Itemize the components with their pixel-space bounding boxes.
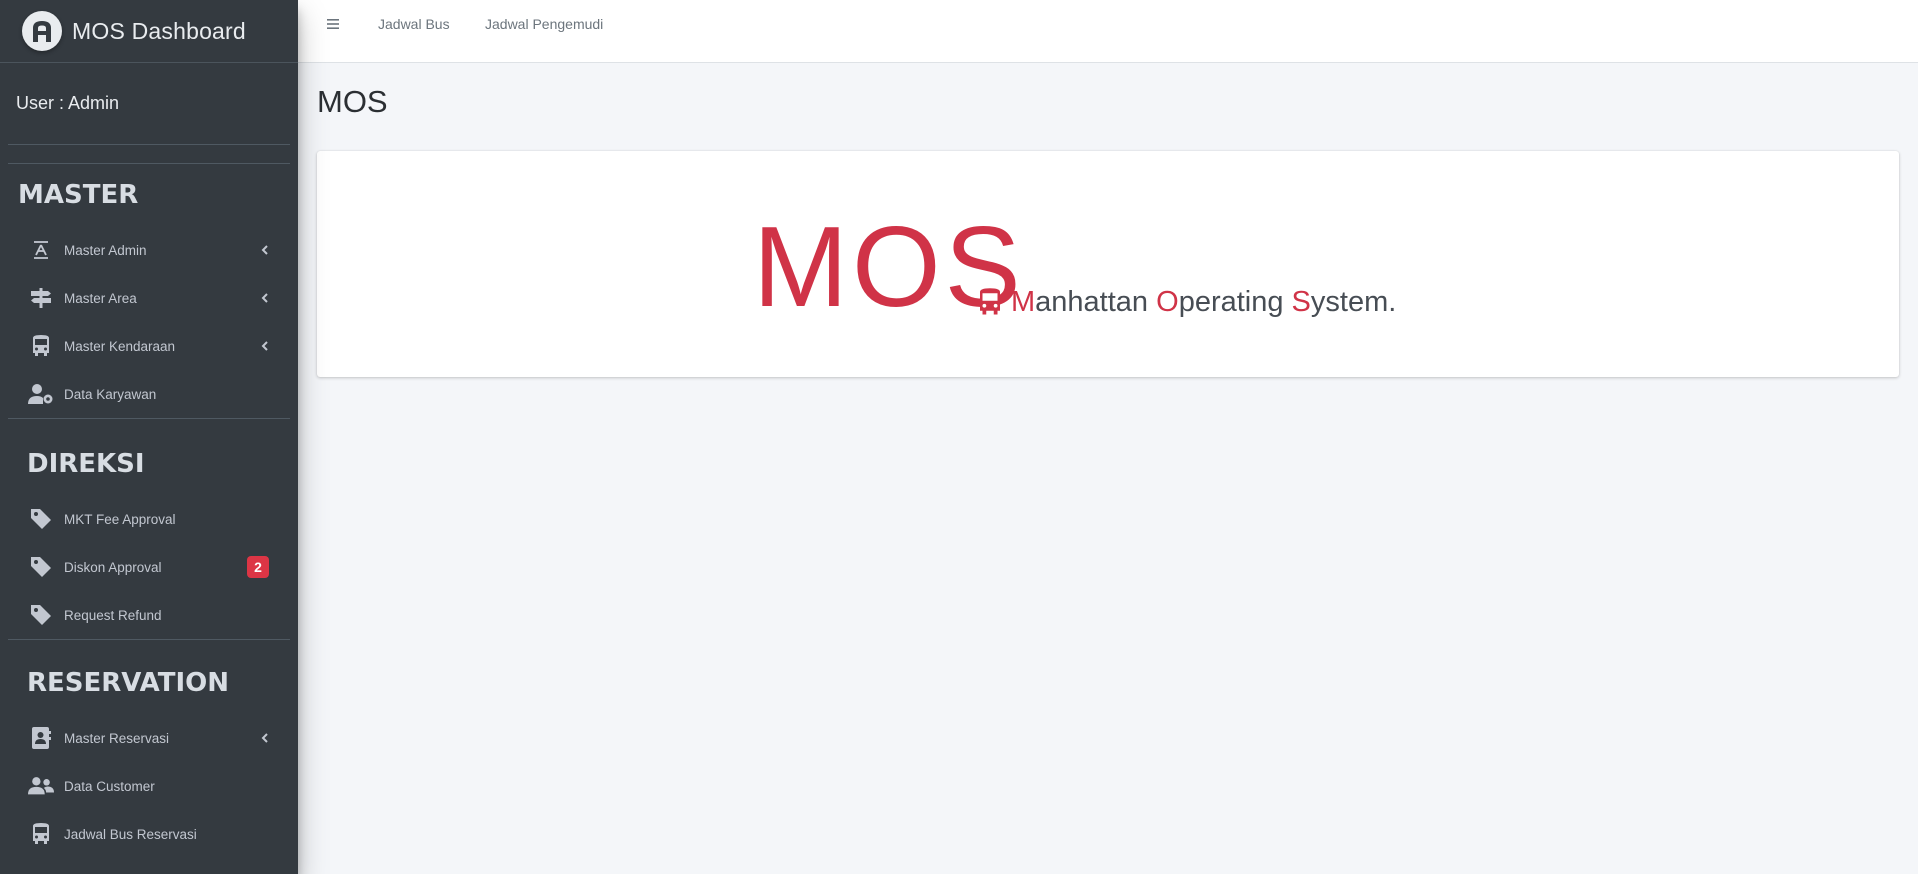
sidebar-item-label: Master Kendaraan	[64, 338, 176, 354]
user-panel[interactable]: User : Admin	[8, 63, 290, 145]
nav-link-jadwal-pengemudi[interactable]: Jadwal Pengemudi	[485, 16, 603, 32]
sidebar-item-label: Master Admin	[64, 242, 147, 258]
chevron-left-icon	[260, 341, 270, 351]
user-label: User : Admin	[16, 93, 120, 113]
sidebar-item-label: Data Karyawan	[64, 386, 157, 402]
sidebar-item-mkt-fee-approval[interactable]: MKT Fee Approval	[0, 495, 298, 543]
user-cog-icon	[28, 381, 54, 407]
address-book-icon	[28, 725, 54, 751]
sidebar-item-data-customer[interactable]: Data Customer	[0, 762, 298, 810]
sidebar-item-data-karyawan[interactable]: Data Karyawan	[0, 370, 298, 418]
page-title: MOS	[317, 84, 388, 119]
sidebar-item-label: Master Area	[64, 290, 137, 306]
sidebar-item-master-reservasi[interactable]: Master Reservasi	[0, 714, 298, 762]
tagline-initial-s: S	[1291, 286, 1311, 318]
nav-link-jadwal-bus[interactable]: Jadwal Bus	[378, 16, 450, 32]
tag-icon	[28, 554, 54, 580]
sidebar-item-master-area[interactable]: Master Area	[0, 274, 298, 322]
tag-icon	[28, 602, 54, 628]
sidebar-item-label: Diskon Approval	[64, 559, 162, 575]
logo-card: M O S Manhattan Operating System.	[317, 151, 1899, 377]
tagline-initial-m: M	[1011, 286, 1036, 318]
hamburger-icon[interactable]	[326, 17, 340, 31]
section-header-reservation: RESERVATION	[27, 668, 230, 698]
sidebar-item-jadwal-bus-reservasi[interactable]: Jadwal Bus Reservasi	[0, 810, 298, 858]
top-navbar: Jadwal Bus Jadwal Pengemudi	[298, 0, 1918, 63]
sidebar: MOS Dashboard User : Admin MASTER Master…	[0, 0, 298, 874]
sidebar-item-label: Request Refund	[64, 607, 162, 623]
sidebar-item-request-refund[interactable]: Request Refund	[0, 591, 298, 639]
signpost-icon	[28, 285, 54, 311]
bus-icon	[28, 821, 54, 847]
users-icon	[28, 773, 54, 799]
sidebar-item-label: Jadwal Bus Reservasi	[64, 826, 197, 842]
chevron-left-icon	[260, 733, 270, 743]
chevron-left-icon	[260, 245, 270, 255]
bus-icon	[975, 287, 1005, 317]
letter-a-logo	[22, 11, 62, 51]
tagline-part: anhattan	[1035, 286, 1157, 318]
tag-icon	[28, 506, 54, 532]
brand-link[interactable]: MOS Dashboard	[0, 0, 298, 63]
sidebar-item-label: Master Reservasi	[64, 730, 170, 746]
text-height-icon	[28, 237, 54, 263]
tagline-part: ystem.	[1310, 286, 1397, 318]
sidebar-item-master-admin[interactable]: Master Admin	[0, 226, 298, 274]
tagline: Manhattan Operating System.	[1011, 286, 1396, 319]
section-header-master: MASTER	[18, 180, 139, 210]
tagline-part: perating	[1178, 286, 1292, 318]
tagline-initial-o: O	[1156, 286, 1179, 318]
sidebar-item-master-kendaraan[interactable]: Master Kendaraan	[0, 322, 298, 370]
bus-icon	[28, 333, 54, 359]
brand-title: MOS Dashboard	[72, 17, 246, 44]
section-header-direksi: DIREKSI	[27, 449, 145, 479]
chevron-left-icon	[260, 293, 270, 303]
sidebar-item-label: Data Customer	[64, 778, 155, 794]
sidebar-item-label: MKT Fee Approval	[64, 511, 176, 527]
notification-badge: 2	[247, 556, 269, 578]
sidebar-item-diskon-approval[interactable]: Diskon Approval 2	[0, 543, 298, 591]
